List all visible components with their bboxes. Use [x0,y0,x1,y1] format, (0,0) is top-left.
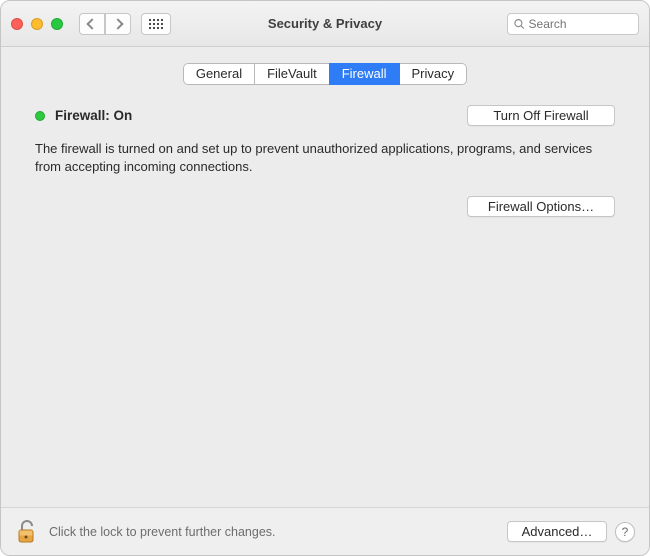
search-input[interactable] [529,17,632,31]
chevron-left-icon [86,18,97,29]
footer: Click the lock to prevent further change… [1,507,649,555]
lock-hint-text: Click the lock to prevent further change… [49,525,276,539]
search-icon [514,18,525,30]
back-button[interactable] [79,13,105,35]
advanced-button[interactable]: Advanced… [507,521,607,542]
window-controls [11,18,63,30]
segmented-tabs: General FileVault Firewall Privacy [183,63,467,85]
tab-bar: General FileVault Firewall Privacy [1,47,649,105]
tab-firewall[interactable]: Firewall [329,63,400,85]
unlock-icon [17,520,37,544]
content-area: General FileVault Firewall Privacy Firew… [1,47,649,555]
status-row: Firewall: On Turn Off Firewall [35,105,615,126]
firewall-description: The firewall is turned on and set up to … [35,140,595,176]
firewall-status-label: Firewall: On [55,108,132,123]
tab-general[interactable]: General [183,63,255,85]
close-window-button[interactable] [11,18,23,30]
chevron-right-icon [112,18,123,29]
footer-right: Advanced… ? [507,521,635,542]
forward-button[interactable] [105,13,131,35]
search-field-wrap[interactable] [507,13,639,35]
firewall-pane: Firewall: On Turn Off Firewall The firew… [1,105,649,217]
tab-privacy[interactable]: Privacy [399,63,468,85]
status-dot-icon [35,111,45,121]
minimize-window-button[interactable] [31,18,43,30]
lock-button[interactable] [15,518,39,546]
zoom-window-button[interactable] [51,18,63,30]
firewall-options-button[interactable]: Firewall Options… [467,196,615,217]
titlebar: Security & Privacy [1,1,649,47]
show-all-button[interactable] [141,13,171,35]
turn-off-firewall-button[interactable]: Turn Off Firewall [467,105,615,126]
options-row: Firewall Options… [35,196,615,217]
preferences-window: Security & Privacy General FileVault Fir… [0,0,650,556]
nav-history-group [79,13,131,35]
grid-icon [149,19,163,29]
help-button[interactable]: ? [615,522,635,542]
status-indicator: Firewall: On [35,108,132,123]
tab-filevault[interactable]: FileVault [254,63,330,85]
